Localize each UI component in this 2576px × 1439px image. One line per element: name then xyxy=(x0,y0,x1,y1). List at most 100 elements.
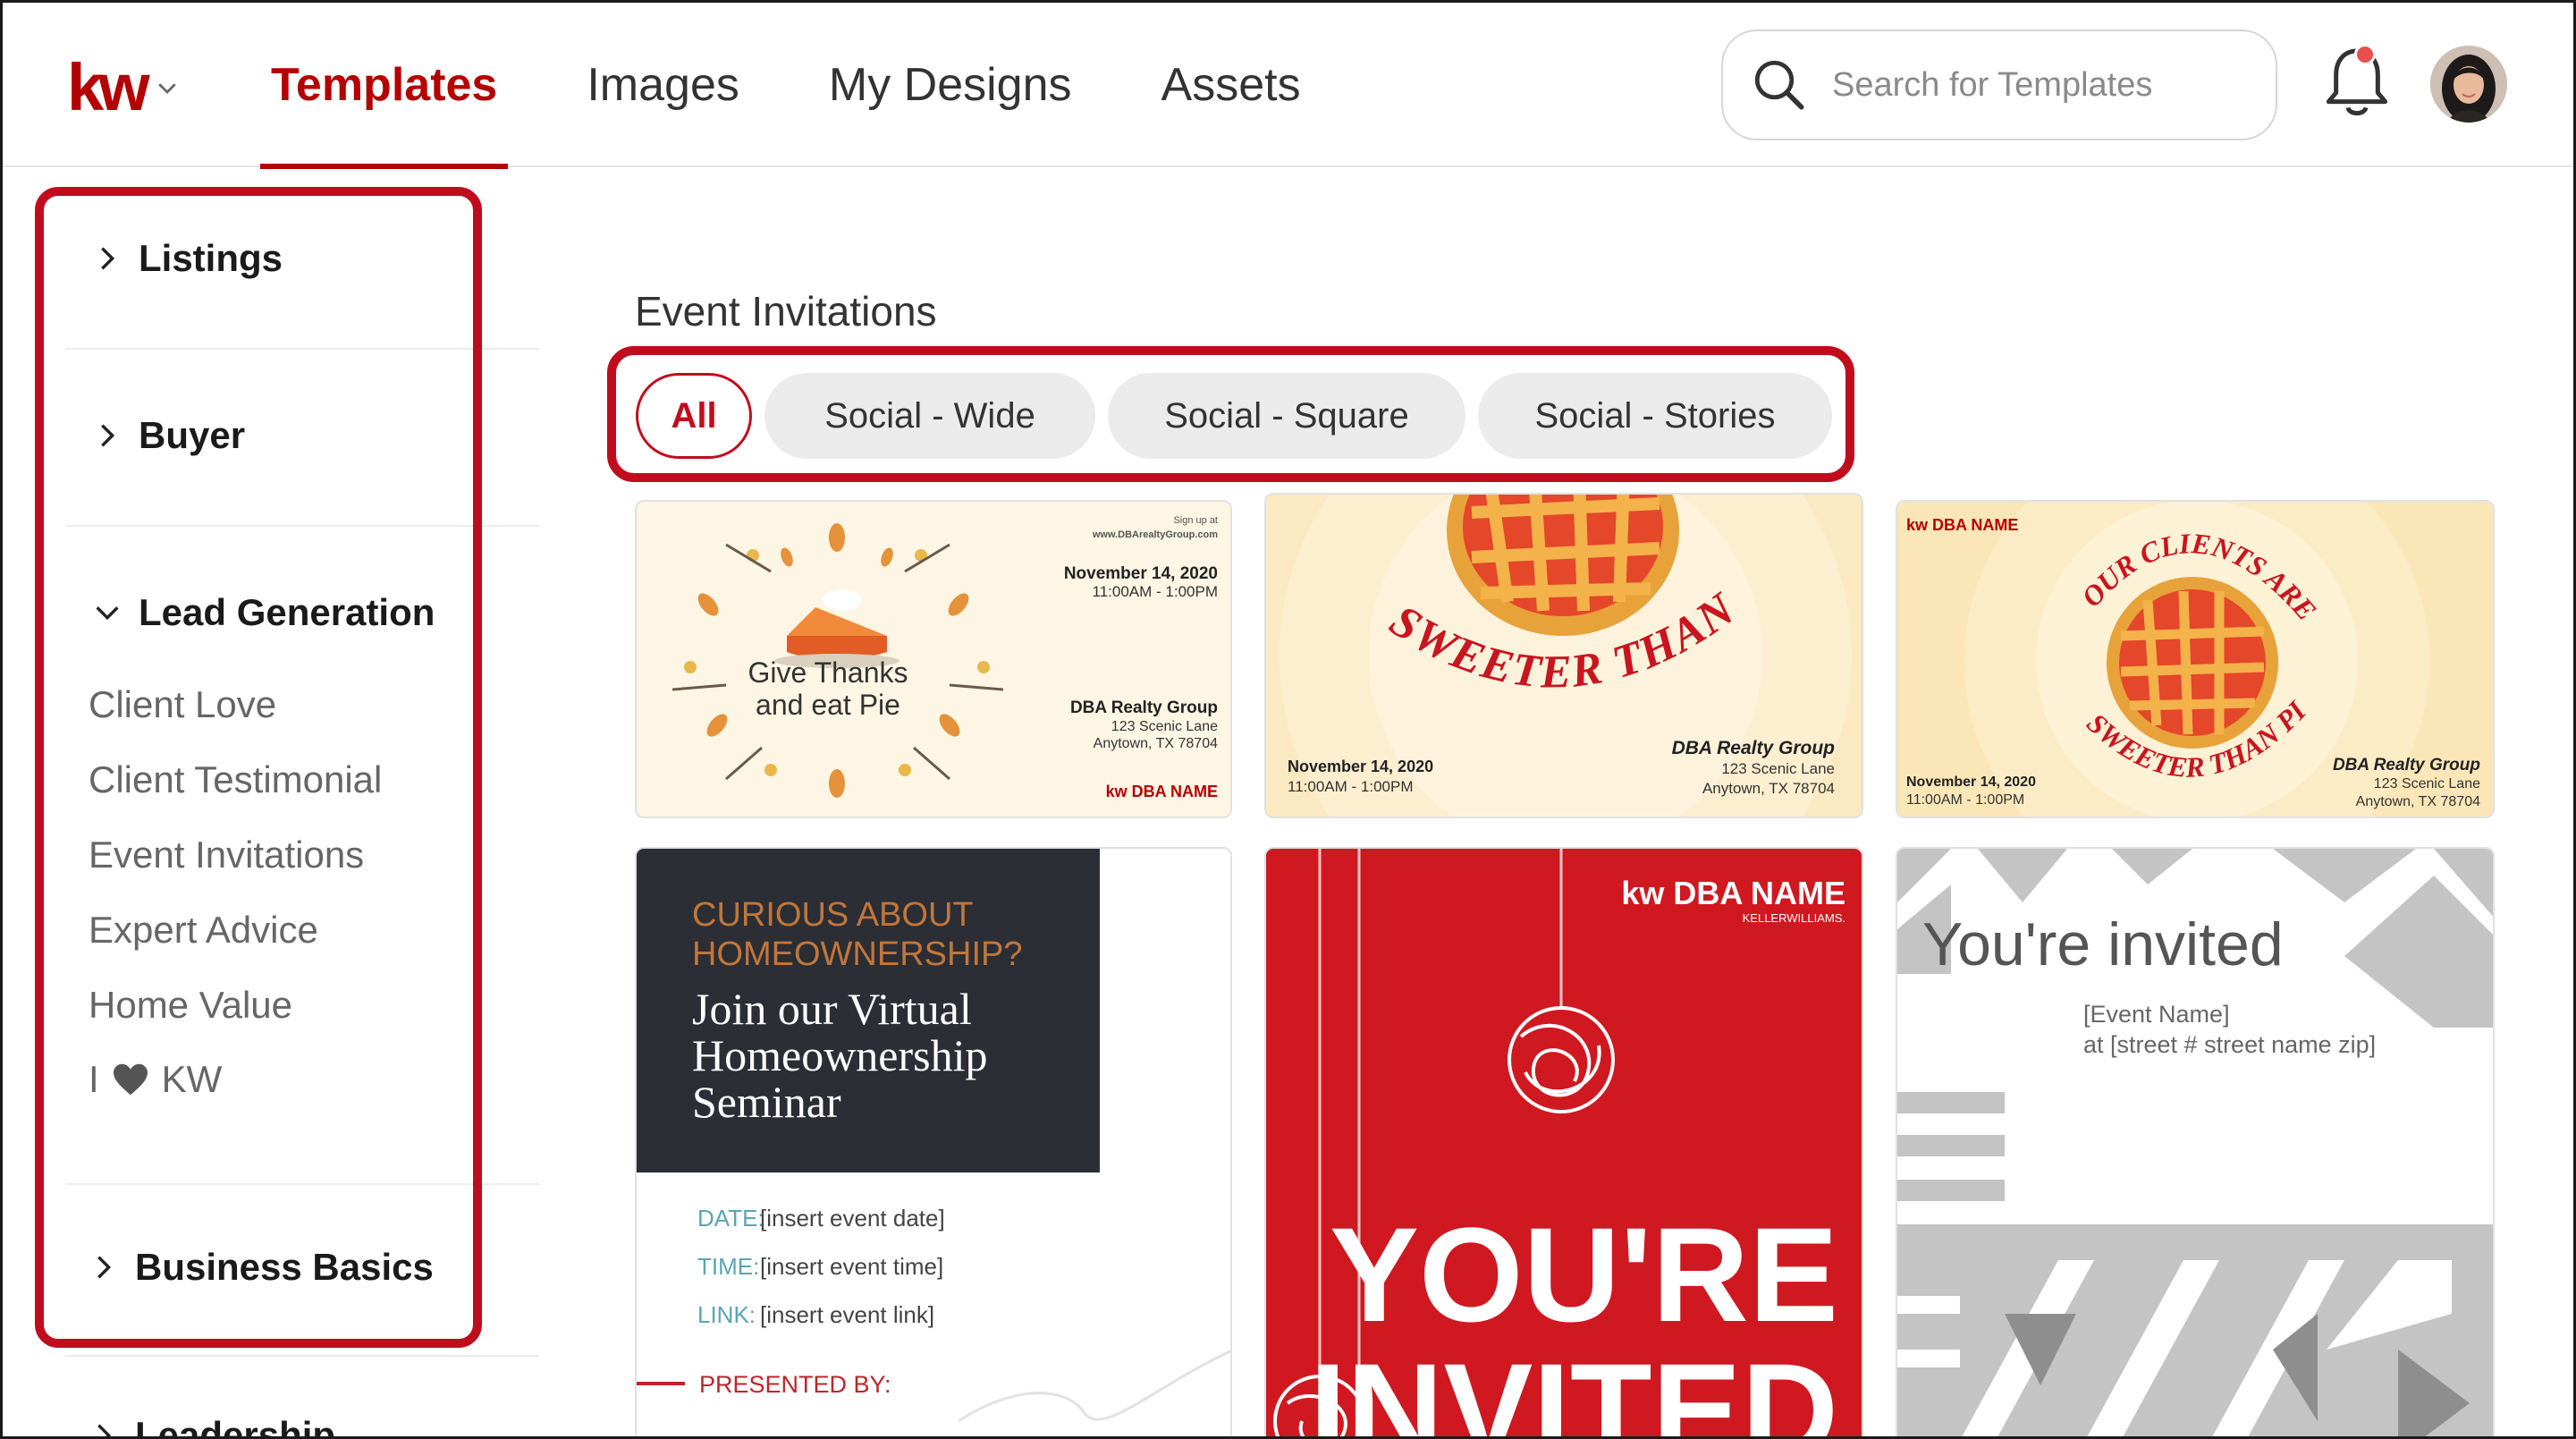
sidebar-item-home-value[interactable]: Home Value xyxy=(89,984,292,1027)
search-input[interactable] xyxy=(1832,65,2252,105)
card-line2: INVITED xyxy=(1309,1335,1838,1439)
format-filter-group: All Social - Wide Social - Square Social… xyxy=(636,373,1845,459)
card-group: DBA Realty Group xyxy=(2333,756,2480,775)
section-title: Event Invitations xyxy=(635,288,937,334)
card-signup: Sign up at xyxy=(1173,515,1218,526)
category-business-basics[interactable]: Business Basics xyxy=(89,1246,434,1289)
card-kicker2: HOMEOWNERSHIP? xyxy=(692,935,1022,973)
category-leadership[interactable]: Leadership xyxy=(89,1414,336,1439)
kw-logo-menu[interactable]: kw xyxy=(67,55,181,121)
card-title2: Homeownership xyxy=(692,1030,988,1080)
template-card-gray-youre-invited[interactable]: You're invited [Event Name] at [street #… xyxy=(1896,847,2495,1436)
card-group: DBA Realty Group xyxy=(1070,698,1218,717)
chevron-down-icon xyxy=(157,83,176,94)
tab-images[interactable]: Images xyxy=(576,3,750,167)
card-title: You're invited xyxy=(1922,910,2284,978)
card-line2: at [street # street name zip] xyxy=(2083,1031,2376,1058)
notification-dot xyxy=(2354,44,2376,65)
divider xyxy=(65,1355,539,1357)
search-icon xyxy=(1754,60,1804,110)
category-label: Leadership xyxy=(135,1414,336,1439)
filter-all[interactable]: All xyxy=(636,373,752,459)
template-preview: kw DBA NAME OUR CLIENTS ARE SWEETER THAN… xyxy=(1897,502,2493,817)
tab-my-designs[interactable]: My Designs xyxy=(818,3,1083,167)
i-love-kw-suffix: KW xyxy=(161,1058,223,1100)
card-time: 11:00AM - 1:00PM xyxy=(1288,778,1413,795)
template-card-give-thanks[interactable]: Give Thanks and eat Pie Sign up at www.D… xyxy=(635,500,1232,818)
card-date: November 14, 2020 xyxy=(1288,758,1433,775)
tab-templates[interactable]: Templates xyxy=(260,3,509,169)
sidebar-item-client-testimonial[interactable]: Client Testimonial xyxy=(89,758,382,801)
chevron-right-icon xyxy=(97,1424,112,1436)
template-preview: SWEETER THAN PIE November 14, 2020 11:00… xyxy=(1266,495,1862,817)
pie-illustration xyxy=(2107,577,2278,749)
card-addr2: Anytown, TX 78704 xyxy=(1094,736,1218,751)
filter-social-square[interactable]: Social - Square xyxy=(1108,373,1465,459)
card-date: November 14, 2020 xyxy=(1906,775,2036,790)
filter-social-stories[interactable]: Social - Stories xyxy=(1478,373,1832,459)
template-preview: You're invited [Event Name] at [street #… xyxy=(1897,849,2493,1436)
template-card-homeownership-seminar[interactable]: CURIOUS ABOUT HOMEOWNERSHIP? Join our Vi… xyxy=(635,847,1232,1436)
card-date-value: [insert event date] xyxy=(760,1205,945,1232)
sidebar-item-event-invitations[interactable]: Event Invitations xyxy=(89,834,364,876)
card-text-line2: and eat Pie xyxy=(756,689,900,721)
card-presented: PRESENTED BY: xyxy=(699,1371,891,1398)
template-card-red-youre-invited[interactable]: kw DBA NAME KELLERWILLIAMS. YOU'RE INVIT… xyxy=(1264,847,1863,1439)
category-label: Lead Generation xyxy=(139,591,435,633)
tab-assets[interactable]: Assets xyxy=(1151,3,1312,167)
card-date: November 14, 2020 xyxy=(1064,564,1218,583)
card-link-label: LINK: xyxy=(697,1301,756,1328)
top-nav-bar: kw Templates Images My Designs Assets xyxy=(3,3,2573,169)
template-preview: kw DBA NAME KELLERWILLIAMS. YOU'RE INVIT… xyxy=(1266,849,1862,1439)
template-preview: Give Thanks and eat Pie Sign up at www.D… xyxy=(637,502,1230,817)
sidebar-item-client-love[interactable]: Client Love xyxy=(89,683,276,726)
search-box[interactable] xyxy=(1721,30,2277,140)
divider xyxy=(65,525,539,527)
card-kicker1: CURIOUS ABOUT xyxy=(692,896,974,934)
card-date-label: DATE: xyxy=(697,1205,764,1232)
chevron-right-icon xyxy=(101,247,115,270)
card-addr2: Anytown, TX 78704 xyxy=(2356,794,2480,809)
card-title3: Seminar xyxy=(692,1077,841,1127)
card-time: 11:00AM - 1:00PM xyxy=(1906,792,2024,808)
card-title1: Join our Virtual xyxy=(692,984,972,1034)
category-label: Buyer xyxy=(139,414,246,456)
chevron-right-icon xyxy=(97,1256,112,1279)
template-preview: CURIOUS ABOUT HOMEOWNERSHIP? Join our Vi… xyxy=(637,849,1230,1436)
card-logo: kw DBA NAME xyxy=(1906,516,2018,534)
avatar[interactable] xyxy=(2430,46,2507,123)
template-card-clients-sweeter[interactable]: kw DBA NAME OUR CLIENTS ARE SWEETER THAN… xyxy=(1896,500,2495,818)
category-buyer[interactable]: Buyer xyxy=(92,414,245,457)
i-love-kw-prefix: I xyxy=(89,1058,99,1100)
card-addr1: 123 Scenic Lane xyxy=(1721,760,1835,777)
main-nav: Templates Images My Designs Assets xyxy=(260,3,1380,169)
template-card-sweeter-than-pie[interactable]: SWEETER THAN PIE November 14, 2020 11:00… xyxy=(1264,493,1863,818)
card-url: www.DBArealtyGroup.com xyxy=(1092,529,1218,540)
card-line1: YOU'RE xyxy=(1330,1199,1838,1350)
card-time-label: TIME: xyxy=(697,1253,759,1280)
heart-icon xyxy=(113,1063,148,1096)
kw-logo: kw xyxy=(67,50,150,124)
avatar-photo xyxy=(2430,46,2507,123)
card-logo: kw DBA NAME xyxy=(1106,783,1218,800)
sidebar-item-i-love-kw[interactable]: I KW xyxy=(89,1058,222,1101)
divider xyxy=(65,348,539,350)
chevron-down-icon xyxy=(96,606,119,621)
card-time-value: [insert event time] xyxy=(760,1253,943,1280)
card-text-line1: Give Thanks xyxy=(747,656,908,689)
category-label: Listings xyxy=(139,237,283,279)
card-addr2: Anytown, TX 78704 xyxy=(1702,780,1835,797)
app-window: kw Templates Images My Designs Assets Se… xyxy=(0,0,2576,1439)
sidebar-item-expert-advice[interactable]: Expert Advice xyxy=(89,909,318,952)
card-logo-sub: KELLERWILLIAMS. xyxy=(1743,911,1845,925)
category-lead-generation[interactable]: Lead Generation xyxy=(92,591,435,634)
card-line1: [Event Name] xyxy=(2083,1001,2230,1028)
filter-social-wide[interactable]: Social - Wide xyxy=(764,373,1095,459)
category-label: Business Basics xyxy=(135,1246,434,1288)
card-addr1: 123 Scenic Lane xyxy=(1111,719,1218,734)
card-group: DBA Realty Group xyxy=(1672,738,1836,758)
card-logo: kw DBA NAME xyxy=(1621,875,1845,911)
card-link-value: [insert event link] xyxy=(760,1301,934,1328)
card-addr1: 123 Scenic Lane xyxy=(2374,776,2480,791)
category-listings[interactable]: Listings xyxy=(92,237,283,280)
